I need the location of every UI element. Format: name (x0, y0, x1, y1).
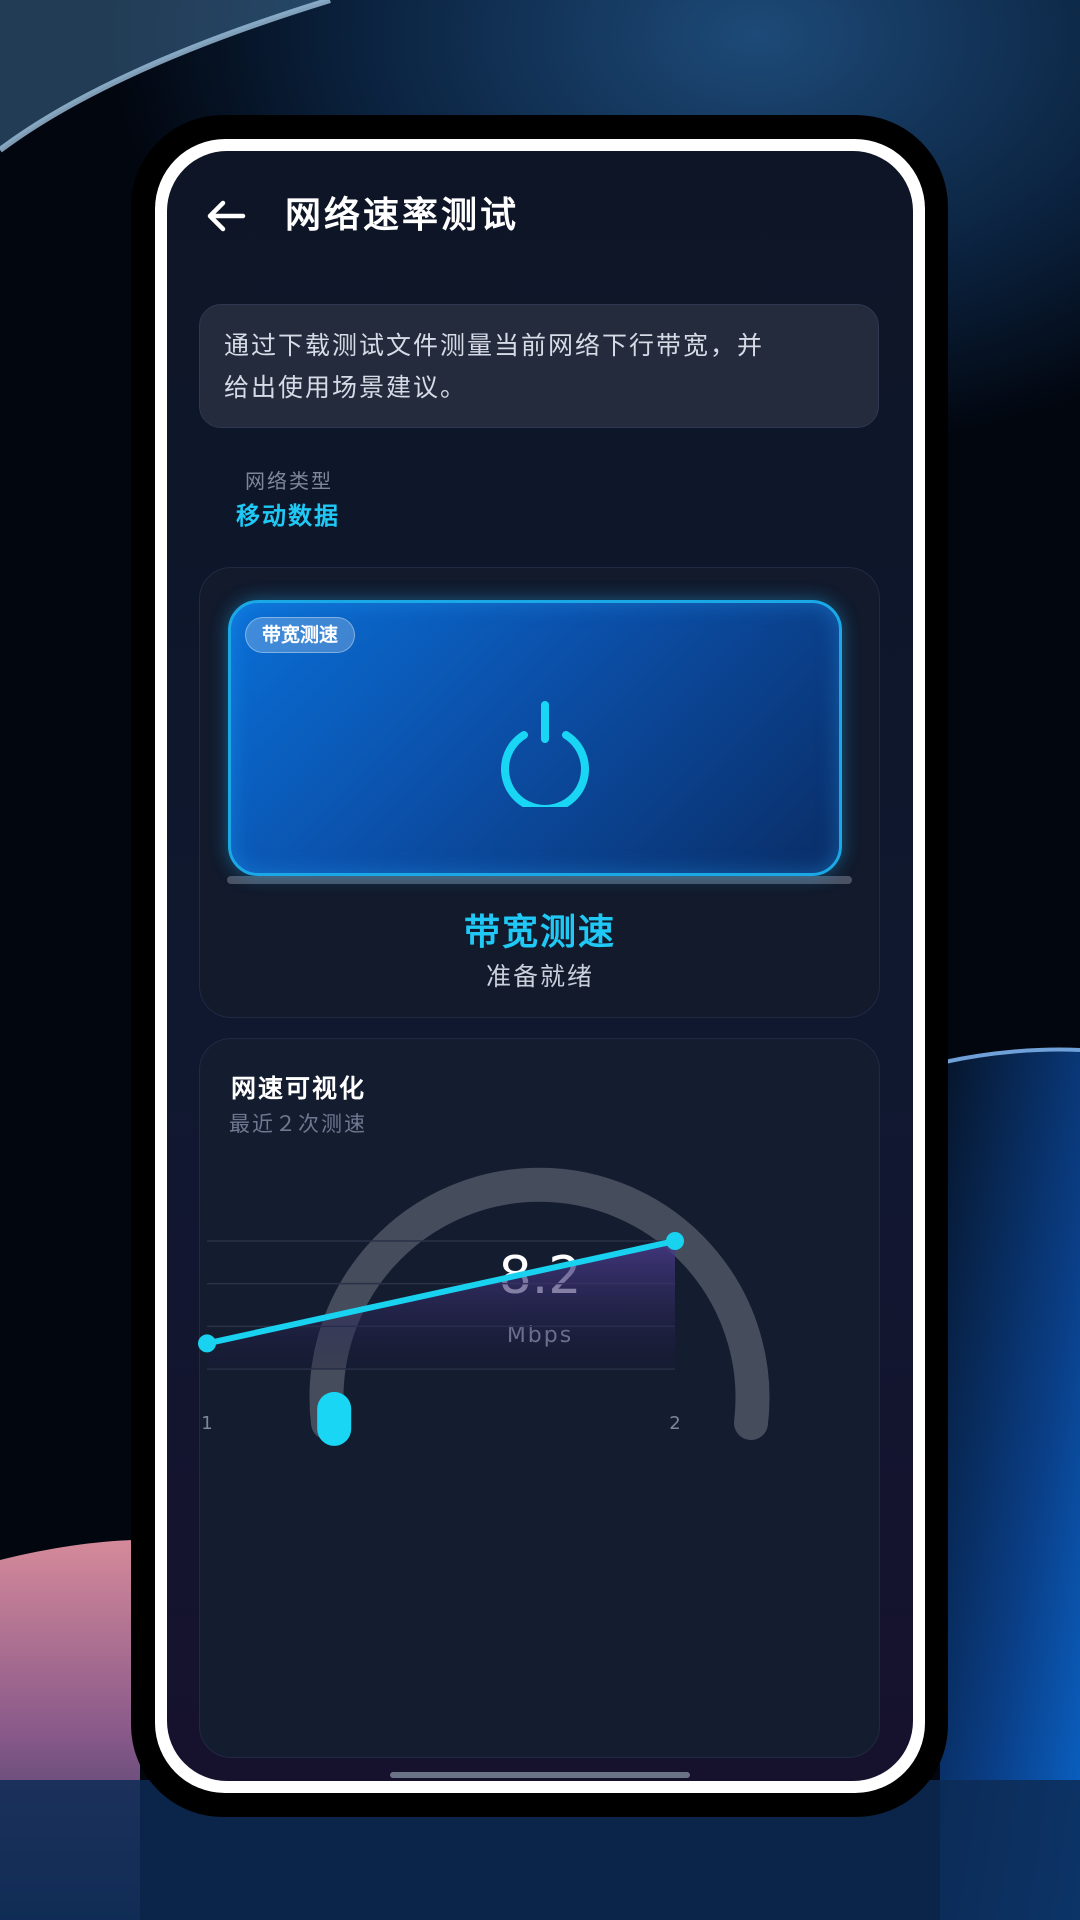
chart-area-fill (207, 1241, 675, 1369)
speed-line-chart: 12 (198, 1232, 684, 1434)
home-indicator[interactable] (390, 1772, 690, 1778)
chart-x-tick-label: 2 (669, 1413, 680, 1434)
chart-x-tick-label: 1 (201, 1413, 212, 1434)
chart-data-point (198, 1334, 216, 1353)
chart-data-point (666, 1232, 684, 1250)
app-screen: 网络速率测试 通过下载测试文件测量当前网络下行带宽，并 给出使用场景建议。 网络… (167, 151, 913, 1781)
